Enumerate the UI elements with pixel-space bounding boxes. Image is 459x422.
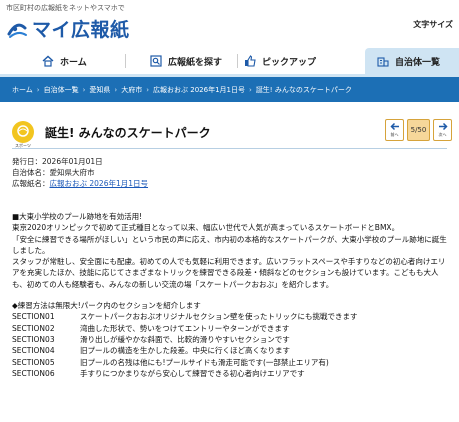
nav-divider — [125, 54, 126, 68]
section-item: SECTION03 滑り出しが緩やかな斜面で、比較的滑りやすいセクションです — [12, 334, 450, 345]
global-nav: ホーム 広報紙を探す ピックアップ 自治体一覧 — [0, 48, 459, 77]
nav-divider — [237, 54, 238, 68]
issue-link[interactable]: 広報おおぶ 2026年1月1日号 — [50, 179, 149, 188]
section-text: 旧プールの構造を生かした段差。中央に行くほど高くなります — [80, 346, 290, 356]
article-pager: 前へ 5/50 次へ — [385, 119, 452, 141]
section-item: SECTION05 旧プールの名残は他にも!プールサイドも滑走可能です(一部禁止… — [12, 357, 450, 368]
nav-item-home[interactable]: ホーム — [42, 48, 87, 74]
section-id: SECTION01 — [12, 312, 55, 322]
site-logo[interactable]: マイ広報紙 — [6, 15, 130, 42]
font-size-label: 文字サイズ — [413, 20, 453, 29]
nav-item-label: ホーム — [60, 57, 87, 68]
article-paragraph: 東京2020オリンピックで初めて正式種目となって以来、幅広い世代で人気が高まって… — [12, 223, 400, 233]
municipality-name: 自治体名：愛知県大府市 — [12, 168, 95, 177]
breadcrumb-separator-icon: › — [36, 85, 40, 94]
prev-label: 前へ — [390, 132, 399, 137]
breadcrumb-item[interactable]: 愛知県 — [89, 85, 110, 95]
breadcrumb-separator-icon: › — [146, 85, 150, 94]
section-id: SECTION06 — [12, 368, 55, 378]
prev-article-button[interactable]: 前へ — [385, 119, 404, 141]
section-text: スケートパークおおぶオリジナルセクション壁を使ったトリックにも挑戦できます — [80, 312, 358, 322]
breadcrumb-separator-icon: › — [114, 85, 118, 94]
article-body: ■大東小学校のプール跡地を有効活用! 東京2020オリンピックで初めて正式種目と… — [12, 211, 450, 379]
article-paragraph: 「安全に練習できる場所がほしい」という市民の声に応え、市内初の本格的なスケートパ… — [12, 234, 447, 255]
section-text: 手すりにつかまりながら安心して練習できる初心者向けエリアです — [80, 368, 305, 378]
sports-category-icon — [12, 121, 34, 143]
section-item: SECTION04 旧プールの構造を生かした段差。中央に行くほど高くなります — [12, 345, 450, 356]
arrow-right-icon — [438, 122, 448, 131]
site-tagline: 市区町村の広報紙をネットやスマホで — [6, 4, 125, 12]
next-article-button[interactable]: 次へ — [433, 119, 452, 141]
logo-mark-icon — [7, 23, 27, 38]
nav-item-label: 広報紙を探す — [168, 57, 223, 68]
article-heading: ■大東小学校のプール跡地を有効活用! — [12, 212, 143, 221]
section-text: 滑り出しが緩やかな斜面で、比較的滑りやすいセクションです — [80, 334, 290, 344]
nav-item-label: 自治体一覧 — [395, 57, 441, 68]
title-divider — [12, 148, 447, 149]
section-text: 湾曲した形状で、勢いをつけてエントリーやターンができます — [80, 323, 290, 333]
breadcrumb-item[interactable]: 自治体一覧 — [44, 85, 79, 95]
sections-intro: ◆練習方法は無限大!パーク内のセクションを紹介します — [12, 301, 201, 311]
site-header: 市区町村の広報紙をネットやスマホで マイ広報紙 文字サイズ — [0, 0, 459, 48]
building-icon — [377, 57, 389, 67]
nav-item-pickup[interactable]: ピックアップ — [244, 48, 316, 74]
nav-item-label: ピックアップ — [262, 57, 317, 68]
next-label: 次へ — [438, 132, 447, 137]
breadcrumb-item[interactable]: ホーム — [12, 85, 33, 95]
section-text: 旧プールの名残は他にも!プールサイドも滑走可能です(一部禁止エリア有) — [80, 357, 329, 367]
nav-item-municipalities[interactable]: 自治体一覧 — [365, 48, 459, 74]
breadcrumb-current: 誕生! みんなのスケートパーク — [255, 85, 352, 94]
section-item: SECTION01 スケートパークおおぶオリジナルセクション壁を使ったトリックに… — [12, 311, 450, 322]
site-logo-text: マイ広報紙 — [32, 19, 130, 41]
issue-row: 広報紙名：広報おおぶ 2026年1月1日号 — [12, 178, 148, 189]
article-header: スポーツ 誕生! みんなのスケートパーク 前へ 5/50 次へ — [12, 119, 452, 148]
arrow-left-icon — [389, 122, 399, 131]
issue-label: 広報紙名： — [12, 179, 50, 188]
search-icon — [150, 55, 162, 67]
breadcrumb-item[interactable]: 広報おおぶ 2026年1月1日号 — [153, 85, 245, 95]
breadcrumb-separator-icon: › — [249, 85, 252, 94]
section-item: SECTION06 手すりにつかまりながら安心して練習できる初心者向けエリアです — [12, 368, 450, 379]
published-date: 発行日：2026年01月01日 — [12, 157, 103, 166]
article-meta: 発行日：2026年01月01日 自治体名：愛知県大府市 広報紙名：広報おおぶ 2… — [12, 156, 148, 189]
home-icon — [42, 55, 54, 67]
page-title: 誕生! みんなのスケートパーク — [45, 126, 211, 140]
breadcrumb: ホーム › 自治体一覧 › 愛知県 › 大府市 › 広報おおぶ 2026年1月1… — [0, 77, 459, 102]
article-paragraph: スタッフが常駐し、安全面にも配慮。初めての人でも気軽に利用できます。広いフラット… — [12, 257, 446, 289]
section-id: SECTION03 — [12, 334, 55, 344]
nav-item-search[interactable]: 広報紙を探す — [150, 48, 222, 74]
breadcrumb-separator-icon: › — [82, 85, 86, 94]
thumbs-up-icon — [245, 55, 256, 67]
page-indicator: 5/50 — [407, 119, 430, 141]
section-id: SECTION02 — [12, 323, 55, 333]
section-item: SECTION02 湾曲した形状で、勢いをつけてエントリーやターンができます — [12, 323, 450, 334]
section-id: SECTION05 — [12, 357, 55, 367]
breadcrumb-item[interactable]: 大府市 — [121, 85, 142, 95]
section-id: SECTION04 — [12, 346, 55, 356]
